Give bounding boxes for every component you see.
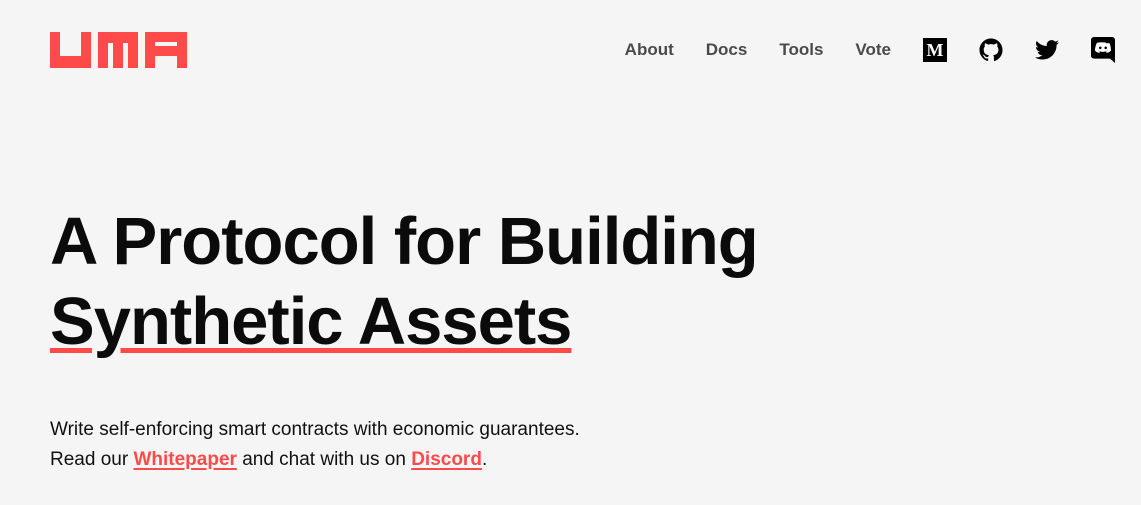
medium-letter: M xyxy=(923,38,947,62)
hero-title-underlined-text: Synthetic Assets xyxy=(50,284,572,359)
uma-logo-mark xyxy=(50,32,187,68)
subtitle-line-2: Read our Whitepaper and chat with us on … xyxy=(50,445,580,475)
twitter-glyph xyxy=(1035,40,1059,60)
chat-text: and chat with us on xyxy=(242,449,406,470)
nav-about[interactable]: About xyxy=(625,34,674,66)
github-icon[interactable] xyxy=(979,38,1003,62)
nav-vote[interactable]: Vote xyxy=(855,34,891,66)
hero-title-line-1: A Protocol for Building xyxy=(50,204,759,279)
discord-link[interactable]: Discord xyxy=(411,449,482,470)
nav-docs[interactable]: Docs xyxy=(706,34,748,66)
discord-icon[interactable] xyxy=(1091,37,1115,63)
hero-subtitle: Write self-enforcing smart contracts wit… xyxy=(50,415,580,475)
subtitle-line-1: Write self-enforcing smart contracts wit… xyxy=(50,419,580,440)
period-text: . xyxy=(481,449,488,470)
medium-icon[interactable]: M xyxy=(923,38,947,62)
discord-glyph xyxy=(1091,37,1115,63)
twitter-icon[interactable] xyxy=(1035,38,1059,62)
github-glyph xyxy=(979,38,1003,62)
whitepaper-link[interactable]: Whitepaper xyxy=(133,449,236,470)
hero-title-line-2: Synthetic Assets xyxy=(50,282,758,362)
uma-logo[interactable] xyxy=(50,32,187,68)
read-our-text: Read our xyxy=(50,449,129,470)
nav-tools[interactable]: Tools xyxy=(779,34,823,66)
top-nav: About Docs Tools Vote M xyxy=(625,34,1115,66)
hero-title: A Protocol for Building Synthetic Assets xyxy=(50,202,759,362)
